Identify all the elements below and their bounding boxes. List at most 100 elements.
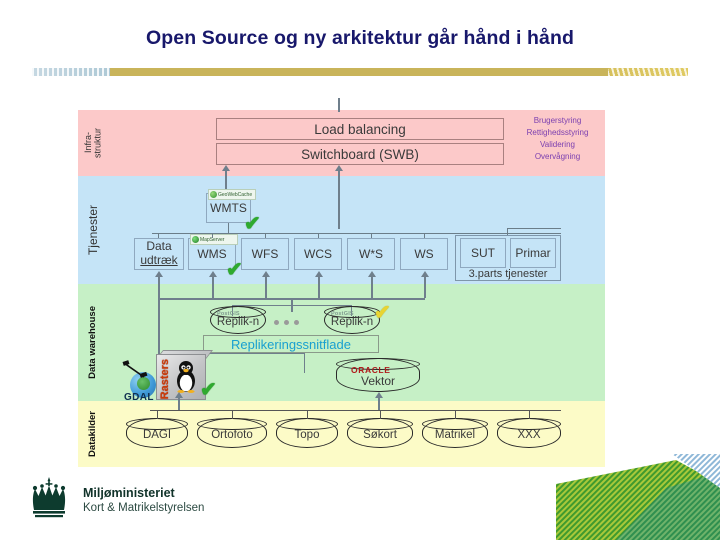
agency-name: Kort & Matrikelstyrelsen bbox=[83, 502, 205, 514]
connector-bus-to-soekort bbox=[380, 410, 381, 419]
band-label-tjenester-text: Tjenester bbox=[85, 204, 100, 256]
title-divider-right-segment bbox=[608, 68, 688, 76]
connector-third-party-bus bbox=[507, 228, 561, 229]
arrowhead-dwh-to-wstar-s bbox=[367, 271, 376, 277]
service-box-wfs[interactable]: WFS bbox=[241, 238, 289, 270]
connector-bus-to-wmts bbox=[228, 223, 229, 233]
band-label-tjenester: Tjenester bbox=[78, 176, 108, 284]
service-box-sut[interactable]: SUT bbox=[460, 238, 506, 268]
architecture-diagram: Infra- struktur Tjenester Data warehouse… bbox=[78, 98, 605, 467]
source-cylinder-xxx[interactable]: XXX bbox=[497, 418, 561, 448]
service-box-primar[interactable]: Primar bbox=[510, 238, 556, 268]
checkmark-icon-replica: ✔ bbox=[374, 302, 391, 324]
connector-bus-to-wstar-s bbox=[371, 233, 372, 238]
source-label-dagi: DAGI bbox=[142, 428, 172, 441]
service-label-wmts: WMTS bbox=[210, 201, 247, 215]
title-divider-bar bbox=[32, 68, 688, 76]
connector-bus-to-wcs bbox=[318, 233, 319, 238]
ellipsis-dot bbox=[284, 320, 289, 325]
source-label-ortofoto: Ortofoto bbox=[211, 428, 253, 441]
geowebcache-globe-icon bbox=[210, 191, 217, 198]
load-balancing-box[interactable]: Load balancing bbox=[216, 118, 504, 140]
service-label-ws: WS bbox=[414, 247, 434, 261]
source-cylinder-soekort[interactable]: Søkort bbox=[347, 418, 413, 448]
function-brugerstyring: Brugerstyring bbox=[533, 116, 582, 125]
source-label-xxx: XXX bbox=[517, 428, 541, 441]
third-party-services-caption: 3.parts tjenester bbox=[468, 268, 548, 280]
connector-bus-to-topo bbox=[307, 410, 308, 419]
gdal-satellite-icon bbox=[122, 360, 148, 378]
connector-sources-to-vector bbox=[378, 396, 380, 410]
source-cylinder-ortofoto[interactable]: Ortofoto bbox=[197, 418, 267, 448]
service-label-sut: SUT bbox=[471, 246, 495, 260]
service-box-ws[interactable]: WS bbox=[400, 238, 448, 270]
connector-bus-to-wms bbox=[212, 233, 213, 238]
service-box-wstar-s[interactable]: W*S bbox=[347, 238, 395, 270]
connector-bus-to-xxx bbox=[529, 410, 530, 419]
connector-services-to-swb bbox=[338, 167, 340, 229]
connector-sources-bus bbox=[150, 410, 561, 411]
vector-cylinder-oracle[interactable]: ORACLE Vektor bbox=[336, 358, 420, 392]
crown-icon bbox=[32, 477, 66, 518]
band-label-datakilder-text: Datakilder bbox=[87, 411, 99, 457]
switchboard-box[interactable]: Switchboard (SWB) bbox=[216, 143, 504, 165]
infrastructure-functions-list: Brugerstyring Rettighedsstyring Valideri… bbox=[510, 115, 605, 163]
replica-label-left: Replik-n bbox=[216, 315, 260, 328]
arrowhead-sources-to-raster bbox=[174, 392, 183, 398]
load-balancing-label: Load balancing bbox=[314, 121, 406, 137]
connector-dwh-to-wfs bbox=[265, 276, 267, 298]
band-label-data-warehouse: Data warehouse bbox=[78, 284, 108, 401]
mapserver-icon bbox=[192, 236, 199, 243]
data-udtraek-label-line1: Data bbox=[146, 239, 172, 254]
arrowhead-dwh-to-wfs bbox=[261, 271, 270, 277]
source-cylinder-topo[interactable]: Topo bbox=[276, 418, 338, 448]
source-cylinder-dagi[interactable]: DAGI bbox=[126, 418, 188, 448]
checkmark-icon-raster: ✔ bbox=[200, 379, 217, 401]
replica-cylinder-left[interactable]: PostGIS Replik-n bbox=[210, 306, 266, 334]
band-label-data-warehouse-text: Data warehouse bbox=[87, 306, 99, 379]
service-label-wstar-s: W*S bbox=[359, 247, 383, 261]
mapserver-badge: MapServer bbox=[190, 234, 238, 245]
connector-dwh-to-wms bbox=[212, 276, 214, 298]
tux-penguin-icon bbox=[177, 361, 195, 393]
ellipsis-dot bbox=[274, 320, 279, 325]
connector-bus-to-ws bbox=[424, 233, 425, 238]
service-label-primar: Primar bbox=[515, 246, 551, 260]
title-divider-left-segment bbox=[32, 68, 110, 76]
service-box-wcs[interactable]: WCS bbox=[294, 238, 342, 270]
switchboard-label: Switchboard (SWB) bbox=[301, 146, 419, 162]
service-label-wcs: WCS bbox=[304, 247, 332, 261]
band-label-infrastruktur: Infra- struktur bbox=[78, 110, 108, 176]
arrowhead-dwh-to-ws bbox=[420, 271, 429, 277]
arrowhead-sources-to-vector bbox=[374, 392, 383, 398]
connector-bus-to-third-party bbox=[507, 228, 508, 235]
function-overvaagning: Overvågning bbox=[534, 152, 581, 161]
connector-bus-to-matrikel bbox=[455, 410, 456, 419]
function-validering: Validering bbox=[540, 140, 575, 149]
footer-logo: Miljøministeriet Kort & Matrikelstyrelse… bbox=[27, 474, 327, 530]
band-label-datakilder: Datakilder bbox=[78, 401, 108, 467]
connector-dwh-to-wcs bbox=[318, 276, 320, 298]
replication-interface-box[interactable]: Replikeringssnitflade bbox=[203, 335, 379, 353]
gdal-label: GDAL bbox=[124, 392, 154, 403]
page-title: Open Source og ny arkitektur går hånd i … bbox=[145, 27, 575, 49]
data-udtraek-label-line2: udtræk bbox=[140, 253, 178, 267]
geowebcache-badge: GeoWebCache bbox=[208, 189, 256, 200]
ellipsis-dot bbox=[294, 320, 299, 325]
band-label-infrastruktur-text: Infra- struktur bbox=[82, 127, 102, 158]
connector-bus-to-wfs bbox=[265, 233, 266, 238]
arrowhead-dwh-to-wms bbox=[208, 271, 217, 277]
arrowhead-dwh-to-data-udtraek bbox=[154, 271, 163, 277]
replica-cylinder-right[interactable]: PostGIS Replik-n bbox=[324, 306, 380, 334]
arrowhead-dwh-to-wcs bbox=[314, 271, 323, 277]
service-box-data-udtraek[interactable]: Data udtræk bbox=[134, 238, 184, 270]
function-rettighedsstyring: Rettighedsstyring bbox=[526, 128, 589, 137]
connector-top-stem bbox=[338, 98, 340, 112]
source-label-matrikel: Matrikel bbox=[434, 428, 476, 441]
service-label-wfs: WFS bbox=[251, 247, 279, 261]
connector-bus-to-dagi bbox=[157, 410, 158, 419]
connector-dwh-to-wstar-s bbox=[371, 276, 373, 298]
service-label-wms: WMS bbox=[197, 247, 227, 261]
connector-sources-to-raster bbox=[178, 396, 180, 410]
source-cylinder-matrikel[interactable]: Matrikel bbox=[422, 418, 488, 448]
